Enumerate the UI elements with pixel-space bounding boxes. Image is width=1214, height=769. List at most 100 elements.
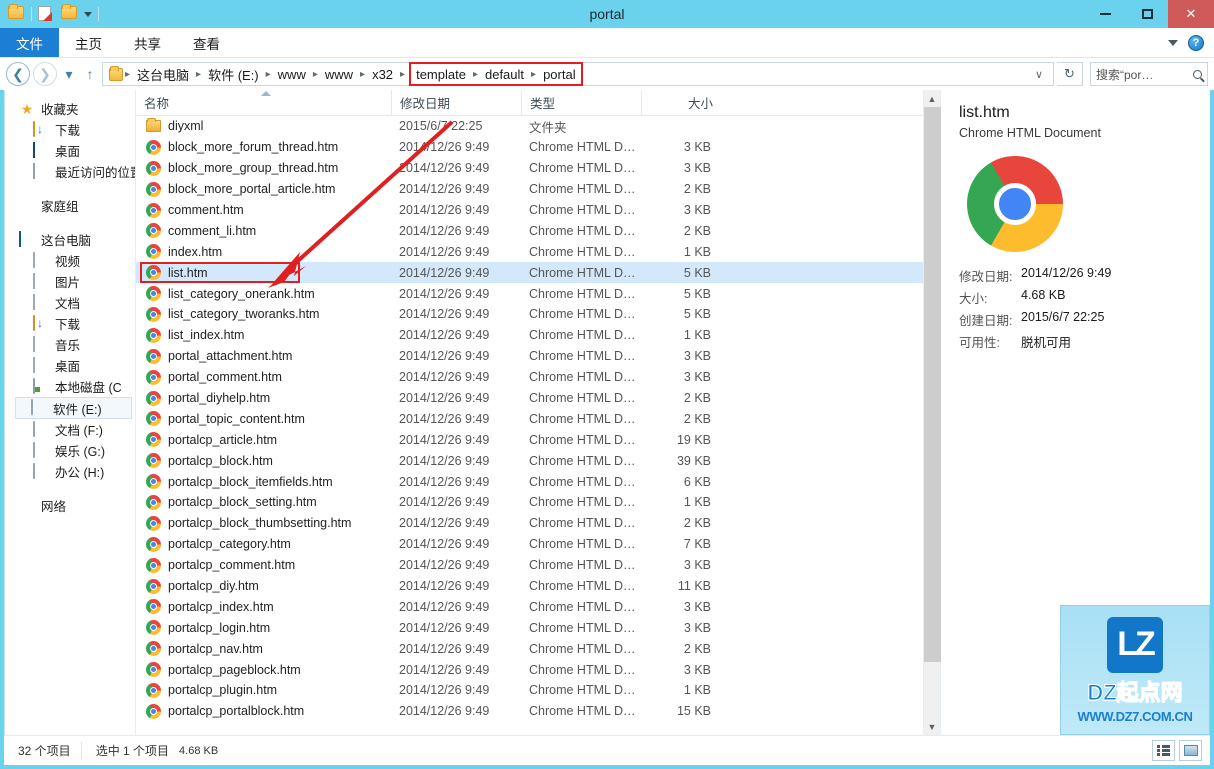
chevron-down-icon[interactable] [1168, 39, 1178, 46]
tab-share[interactable]: 共享 [118, 28, 177, 57]
chrome-icon [146, 536, 161, 552]
sidebar-item-drive-h[interactable]: 办公 (H:) [5, 461, 135, 482]
close-button[interactable]: ✕ [1168, 0, 1214, 28]
breadcrumb-this-pc[interactable]: 这台电脑 [132, 64, 194, 84]
column-header-size[interactable]: 大小 [641, 89, 721, 116]
sidebar-item-drive-f[interactable]: 文档 (F:) [5, 419, 135, 440]
breadcrumb-www[interactable]: www [273, 64, 311, 84]
breadcrumb-x32[interactable]: x32 [367, 64, 398, 84]
breadcrumb-www-2[interactable]: www [320, 64, 358, 84]
up-button[interactable]: ↑ [81, 62, 99, 86]
sidebar-favorites[interactable]: ★ 收藏夹 [5, 98, 135, 119]
cell-date: 2014/12/26 9:49 [399, 411, 490, 426]
scrollbar-track[interactable] [923, 107, 941, 718]
table-row[interactable]: portalcp_block.htm 2014/12/26 9:49 Chrome … [136, 450, 923, 471]
table-row[interactable]: portalcp_plugin.htm 2014/12/26 9:49 Chrome… [136, 680, 923, 701]
table-row[interactable]: portalcp_block_itemfields.htm 2014/12/26 … [136, 471, 923, 492]
sidebar-this-pc[interactable]: 这台电脑 [5, 229, 135, 250]
table-row[interactable]: portalcp_block_setting.htm 2014/12/26 9:4… [136, 492, 923, 513]
properties-icon[interactable] [38, 6, 55, 22]
forward-button[interactable]: ❯ [33, 62, 57, 86]
dropdown-caret-icon[interactable] [84, 11, 92, 17]
address-breadcrumb-bar[interactable]: ▸ 这台电脑 ▸ 软件 (E:) ▸ www ▸ www ▸ x32 ▸ tem… [102, 62, 1054, 86]
sidebar-item-local-disk-c[interactable]: 本地磁盘 (C [5, 376, 135, 397]
cell-type: 文件夹 [529, 120, 567, 135]
cell-type: Chrome HTML D… [529, 641, 636, 656]
chrome-icon [146, 202, 161, 218]
help-icon[interactable]: ? [1188, 34, 1204, 51]
maximize-button[interactable] [1126, 0, 1168, 28]
table-row[interactable]: portalcp_comment.htm 2014/12/26 9:49 Chrom… [136, 555, 923, 576]
refresh-button[interactable]: ↻ [1057, 62, 1083, 86]
table-row[interactable]: portal_topic_content.htm 2014/12/26 9:49 C… [136, 408, 923, 429]
sidebar-item-videos[interactable]: 视频 [5, 250, 135, 271]
videos-icon [33, 251, 49, 269]
back-button[interactable]: ❮ [6, 62, 30, 86]
scrollbar-thumb[interactable] [923, 107, 941, 662]
table-row[interactable]: portalcp_login.htm 2014/12/26 9:49 Chrome … [136, 617, 923, 638]
sidebar-item-downloads-pc[interactable]: 下载 [5, 313, 135, 334]
column-header-date[interactable]: 修改日期 [391, 89, 521, 116]
table-row[interactable]: block_more_forum_thread.htm 2014/12/26 9:… [136, 137, 923, 158]
folder-icon[interactable] [8, 4, 25, 22]
breadcrumb-template[interactable]: template [411, 64, 471, 84]
table-row[interactable]: portalcp_portalblock.htm 2014/12/26 9:49 C… [136, 701, 923, 722]
details-view-icon[interactable] [1152, 740, 1175, 761]
table-row[interactable]: portalcp_diy.htm 2014/12/26 9:49 Chrome HT… [136, 576, 923, 597]
table-row[interactable]: portalcp_nav.htm 2014/12/26 9:49 Chrome HT… [136, 638, 923, 659]
recent-locations-dropdown[interactable]: ▾ [60, 62, 78, 86]
table-row[interactable]: portalcp_pageblock.htm 2014/12/26 9:49 Chr… [136, 659, 923, 680]
minimize-button[interactable] [1084, 0, 1126, 28]
file-name: block_more_portal_article.htm [168, 182, 336, 197]
sidebar-network[interactable]: 网络 [5, 495, 135, 516]
column-header-name[interactable]: 名称 [136, 90, 391, 116]
sidebar-item-downloads[interactable]: 下载 [5, 119, 135, 140]
table-row[interactable]: portalcp_article.htm 2014/12/26 9:49 Chrom… [136, 429, 923, 450]
table-row[interactable]: portal_attachment.htm 2014/12/26 9:49 Chro… [136, 346, 923, 367]
breadcrumb-portal[interactable]: portal [538, 64, 581, 84]
breadcrumb-drive-e[interactable]: 软件 (E:) [203, 64, 264, 84]
vertical-scrollbar[interactable]: ▲ ▼ [923, 90, 941, 735]
tab-file[interactable]: 文件 [0, 28, 59, 57]
cell-size: 1 KB [683, 328, 711, 343]
sidebar-item-drive-g[interactable]: 娱乐 (G:) [5, 440, 135, 461]
table-row[interactable]: portal_comment.htm 2014/12/26 9:49 Chrome … [136, 367, 923, 388]
cell-type: Chrome HTML D… [529, 161, 636, 176]
table-row[interactable]: list_category_tworanks.htm 2014/12/26 9:4… [136, 304, 923, 325]
search-input[interactable]: 搜索“por… [1090, 62, 1208, 86]
breadcrumb-default[interactable]: default [480, 64, 529, 84]
sidebar-item-pictures[interactable]: 图片 [5, 271, 135, 292]
cell-type: Chrome HTML D… [529, 537, 636, 552]
new-folder-icon[interactable] [61, 4, 78, 22]
tab-view[interactable]: 查看 [177, 28, 236, 57]
sidebar-item-music[interactable]: 音乐 [5, 334, 135, 355]
table-row[interactable]: block_more_portal_article.htm 2014/12/26 … [136, 179, 923, 200]
table-row[interactable]: block_more_group_thread.htm 2014/12/26 9:… [136, 158, 923, 179]
table-row[interactable]: list_category_onerank.htm 2014/12/26 9:49… [136, 283, 923, 304]
table-row[interactable]: comment.htm 2014/12/26 9:49 Chrome HTML D…… [136, 200, 923, 221]
tiles-view-icon[interactable] [1179, 740, 1202, 761]
sidebar-homegroup[interactable]: 家庭组 [5, 195, 135, 216]
table-row[interactable]: portalcp_category.htm 2014/12/26 9:49 Chro… [136, 534, 923, 555]
this-pc-icon [19, 230, 35, 248]
chrome-icon [146, 474, 161, 490]
table-row[interactable]: list.htm 2014/12/26 9:49 Chrome HTML D… 5 K… [136, 262, 923, 284]
table-row[interactable]: portalcp_index.htm 2014/12/26 9:49 Chrome … [136, 596, 923, 617]
sidebar-item-desktop[interactable]: 桌面 [5, 140, 135, 161]
table-row[interactable]: list_index.htm 2014/12/26 9:49 Chrome HTML… [136, 325, 923, 346]
sidebar-item-drive-e[interactable]: 软件 (E:) [15, 397, 132, 419]
table-row[interactable]: diyxml 2015/6/7 22:25 文件夹 [136, 116, 923, 137]
sidebar-item-documents[interactable]: 文档 [5, 292, 135, 313]
scroll-down-icon[interactable]: ▼ [924, 718, 941, 735]
scroll-up-icon[interactable]: ▲ [924, 90, 941, 107]
table-row[interactable]: comment_li.htm 2014/12/26 9:49 Chrome HTML… [136, 220, 923, 241]
column-header-type[interactable]: 类型 [521, 89, 641, 116]
breadcrumb-folder-icon [107, 65, 123, 82]
sidebar-item-desktop-lib[interactable]: 桌面 [5, 355, 135, 376]
table-row[interactable]: portalcp_block_thumbsetting.htm 2014/12/2… [136, 513, 923, 534]
tab-home[interactable]: 主页 [59, 28, 118, 57]
address-dropdown-icon[interactable]: ∨ [1029, 68, 1049, 81]
sidebar-item-recent-places[interactable]: 最近访问的位置 [5, 161, 135, 182]
table-row[interactable]: portal_diyhelp.htm 2014/12/26 9:49 Chrome … [136, 388, 923, 409]
table-row[interactable]: index.htm 2014/12/26 9:49 Chrome HTML D… 1 … [136, 241, 923, 262]
